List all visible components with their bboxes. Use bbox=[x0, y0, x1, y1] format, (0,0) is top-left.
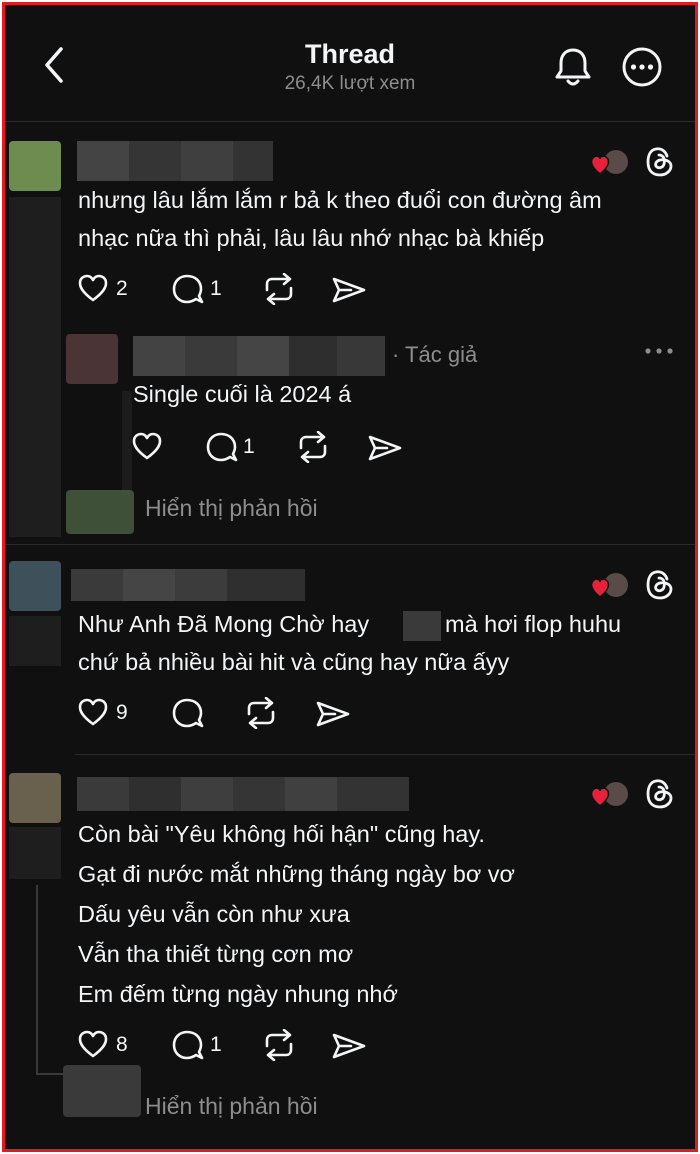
repost-icon[interactable] bbox=[261, 1029, 297, 1061]
threads-logo-icon[interactable] bbox=[645, 777, 675, 811]
post-divider bbox=[5, 544, 695, 545]
like-heart-icon[interactable] bbox=[77, 697, 109, 727]
screenshot-frame: Thread 26,4K lượt xem nhưng lâu lắm lắm … bbox=[2, 2, 698, 1152]
liked-by-author-badge-icon bbox=[590, 148, 630, 176]
reply-username-redacted bbox=[133, 336, 385, 376]
show-replies-link[interactable]: Hiển thị phản hồi bbox=[145, 1093, 318, 1120]
post-text-line-start: Như Anh Đã Mong Chờ hay bbox=[78, 611, 370, 637]
post-divider bbox=[75, 754, 695, 755]
comment-count: 1 bbox=[243, 435, 255, 458]
post-text-line: nhạc nữa thì phải, lâu lâu nhớ nhạc bà k… bbox=[78, 225, 545, 251]
reply-text: Single cuối là 2024 á bbox=[133, 381, 352, 407]
comment-count: 1 bbox=[210, 277, 222, 300]
post-text-line: chứ bả nhiều bài hit và cũng hay nữa ấyy bbox=[78, 649, 510, 675]
reply-preview-avatar[interactable] bbox=[66, 490, 134, 534]
share-icon[interactable] bbox=[331, 275, 367, 305]
liked-by-author-badge-icon bbox=[590, 780, 630, 808]
more-options-icon[interactable] bbox=[621, 46, 663, 88]
username-redacted bbox=[77, 141, 273, 181]
avatar[interactable] bbox=[9, 773, 61, 823]
thread-connector-curve bbox=[36, 1073, 64, 1075]
username-redacted bbox=[71, 569, 305, 601]
post-text-line: Còn bài "Yêu không hối hận" cũng hay. bbox=[78, 821, 485, 847]
repost-icon[interactable] bbox=[261, 273, 297, 305]
repost-icon[interactable] bbox=[243, 697, 279, 729]
like-count: 9 bbox=[116, 701, 128, 724]
username-redacted bbox=[77, 777, 409, 811]
share-icon[interactable] bbox=[367, 433, 403, 463]
author-tag: · Tác giả bbox=[392, 342, 478, 367]
post-text-line: Dấu yêu vẫn còn như xưa bbox=[78, 901, 350, 927]
avatar[interactable] bbox=[9, 141, 61, 191]
bell-icon[interactable] bbox=[554, 46, 592, 88]
comment-icon[interactable] bbox=[171, 697, 205, 729]
like-heart-icon[interactable] bbox=[77, 1029, 109, 1059]
avatar[interactable] bbox=[9, 561, 61, 611]
redacted-word bbox=[403, 611, 441, 641]
post-text-line-end: mà hơi flop huhu bbox=[445, 611, 622, 637]
thread-line bbox=[9, 616, 61, 666]
liked-by-author-badge-icon bbox=[590, 571, 630, 599]
thread-connector bbox=[36, 885, 38, 1075]
thread-line bbox=[9, 197, 61, 537]
reply-avatar[interactable] bbox=[66, 334, 118, 384]
like-count: 2 bbox=[116, 277, 128, 300]
like-count: 8 bbox=[116, 1033, 128, 1056]
comment-icon[interactable] bbox=[205, 431, 239, 463]
comment-icon[interactable] bbox=[171, 1029, 205, 1061]
show-replies-link[interactable]: Hiển thị phản hồi bbox=[145, 495, 318, 522]
share-icon[interactable] bbox=[315, 699, 351, 729]
post-text-line: nhưng lâu lắm lắm r bả k theo đuổi con đ… bbox=[78, 187, 602, 213]
thread-line bbox=[9, 827, 61, 879]
like-heart-icon[interactable] bbox=[77, 273, 109, 303]
post-text-line: Vẫn tha thiết từng cơn mơ bbox=[78, 941, 354, 967]
share-icon[interactable] bbox=[331, 1031, 367, 1061]
post-text-line: Em đếm từng ngày nhung nhớ bbox=[78, 981, 398, 1007]
reply-preview-avatar[interactable] bbox=[63, 1065, 141, 1117]
threads-logo-icon[interactable] bbox=[645, 568, 675, 602]
header-divider bbox=[5, 121, 695, 122]
repost-icon[interactable] bbox=[295, 431, 331, 463]
threads-logo-icon[interactable] bbox=[645, 145, 675, 179]
like-heart-icon[interactable] bbox=[131, 431, 163, 461]
comment-count: 1 bbox=[210, 1033, 222, 1056]
comment-icon[interactable] bbox=[171, 273, 205, 305]
reply-more-icon[interactable] bbox=[643, 345, 675, 357]
post-text-line: Gạt đi nước mắt những tháng ngày bơ vơ bbox=[78, 861, 515, 887]
